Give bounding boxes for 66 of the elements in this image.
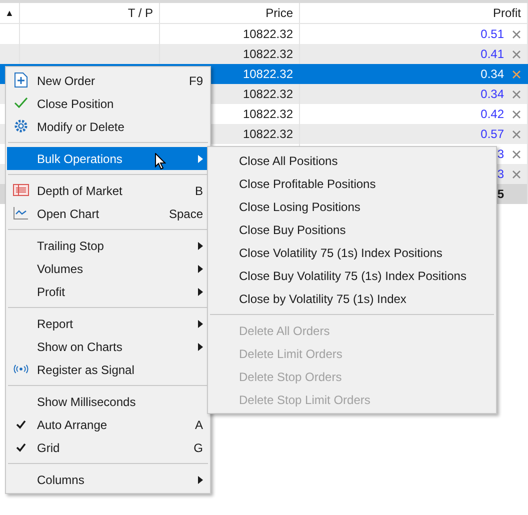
close-icon[interactable] bbox=[512, 70, 521, 78]
submenu-arrow-icon bbox=[198, 288, 203, 296]
close-icon[interactable] bbox=[512, 150, 521, 158]
menu-item[interactable]: Bulk Operations bbox=[7, 147, 209, 170]
close-icon[interactable] bbox=[512, 170, 521, 178]
line-chart-icon bbox=[13, 206, 29, 220]
menu-item[interactable]: Modify or Delete bbox=[7, 115, 209, 138]
profit-text: 0.34 bbox=[480, 67, 504, 81]
menu-item[interactable]: Close Losing Positions bbox=[209, 195, 495, 218]
menu-item[interactable]: New Order F9 bbox=[7, 69, 209, 92]
profit-text: 0.57 bbox=[480, 127, 504, 141]
price-text: 10822.32 bbox=[242, 127, 293, 141]
menu-item[interactable]: Columns bbox=[7, 468, 209, 491]
menu-item[interactable]: Close Position bbox=[7, 92, 209, 115]
submenu-arrow-icon bbox=[198, 242, 203, 250]
checkmark-icon bbox=[16, 442, 26, 452]
checkmark-icon bbox=[14, 97, 28, 109]
close-icon[interactable] bbox=[512, 130, 521, 138]
close-icon[interactable] bbox=[512, 30, 521, 38]
profit-text: 3 bbox=[497, 167, 504, 181]
menu-item[interactable]: Auto Arrange A bbox=[7, 413, 209, 436]
menu-item[interactable]: Close Buy Positions bbox=[209, 218, 495, 241]
price-text: 10822.32 bbox=[242, 67, 293, 81]
menu-item[interactable]: Close Profitable Positions bbox=[209, 172, 495, 195]
profit-text: 0.34 bbox=[480, 87, 504, 101]
submenu-arrow-icon bbox=[198, 342, 203, 350]
profit-text: 0.41 bbox=[480, 47, 504, 61]
price-text: 10822.32 bbox=[242, 27, 293, 41]
menu-item[interactable]: Trailing Stop bbox=[7, 234, 209, 257]
submenu-arrow-icon bbox=[198, 476, 203, 484]
menu-item[interactable]: Profit bbox=[7, 280, 209, 303]
menu-item[interactable]: Volumes bbox=[7, 257, 209, 280]
profit-text: 0.42 bbox=[480, 107, 504, 121]
signal-icon bbox=[13, 364, 29, 374]
price-text: 10822.32 bbox=[242, 47, 293, 61]
menu-item[interactable]: Close by Volatility 75 (1s) Index bbox=[209, 287, 495, 310]
menu-item[interactable]: Close All Positions bbox=[209, 149, 495, 172]
checkmark-icon bbox=[16, 420, 26, 428]
menu-item[interactable]: Report bbox=[7, 312, 209, 335]
close-icon[interactable] bbox=[512, 50, 521, 58]
menu-item[interactable]: Depth of Market B bbox=[7, 179, 209, 202]
close-icon[interactable] bbox=[512, 90, 521, 98]
menu-item[interactable]: Show on Charts bbox=[7, 335, 209, 358]
menu-item[interactable]: Open Chart Space bbox=[7, 202, 209, 225]
column-header[interactable]: Price bbox=[266, 6, 293, 20]
price-text: 10822.32 bbox=[242, 107, 293, 121]
submenu-arrow-icon bbox=[198, 320, 203, 328]
close-icon[interactable] bbox=[512, 110, 521, 118]
menu-item[interactable]: Register as Signal bbox=[7, 358, 209, 381]
table-icon bbox=[13, 184, 29, 196]
settings-icon bbox=[13, 118, 29, 134]
menu-item[interactable]: Grid G bbox=[7, 436, 209, 459]
price-text: 10822.32 bbox=[242, 87, 293, 101]
new-document-icon bbox=[14, 72, 28, 88]
column-header[interactable]: Profit bbox=[492, 6, 521, 20]
menu-item[interactable]: Show Milliseconds bbox=[7, 390, 209, 413]
profit-text: 3 bbox=[497, 147, 504, 161]
column-header[interactable]: T / P bbox=[128, 6, 153, 20]
profit-text: 0.51 bbox=[480, 27, 504, 41]
column-header[interactable]: ▲ bbox=[5, 8, 14, 18]
submenu-arrow-icon bbox=[198, 264, 203, 272]
menu-item[interactable]: Close Buy Volatility 75 (1s) Index Positions bbox=[209, 264, 495, 287]
mouse-cursor-icon bbox=[155, 153, 166, 170]
menu-item[interactable]: Close Volatility 75 (1s) Index Positions bbox=[209, 241, 495, 264]
profit-total: 5 bbox=[497, 187, 504, 201]
submenu-arrow-icon bbox=[198, 154, 203, 162]
